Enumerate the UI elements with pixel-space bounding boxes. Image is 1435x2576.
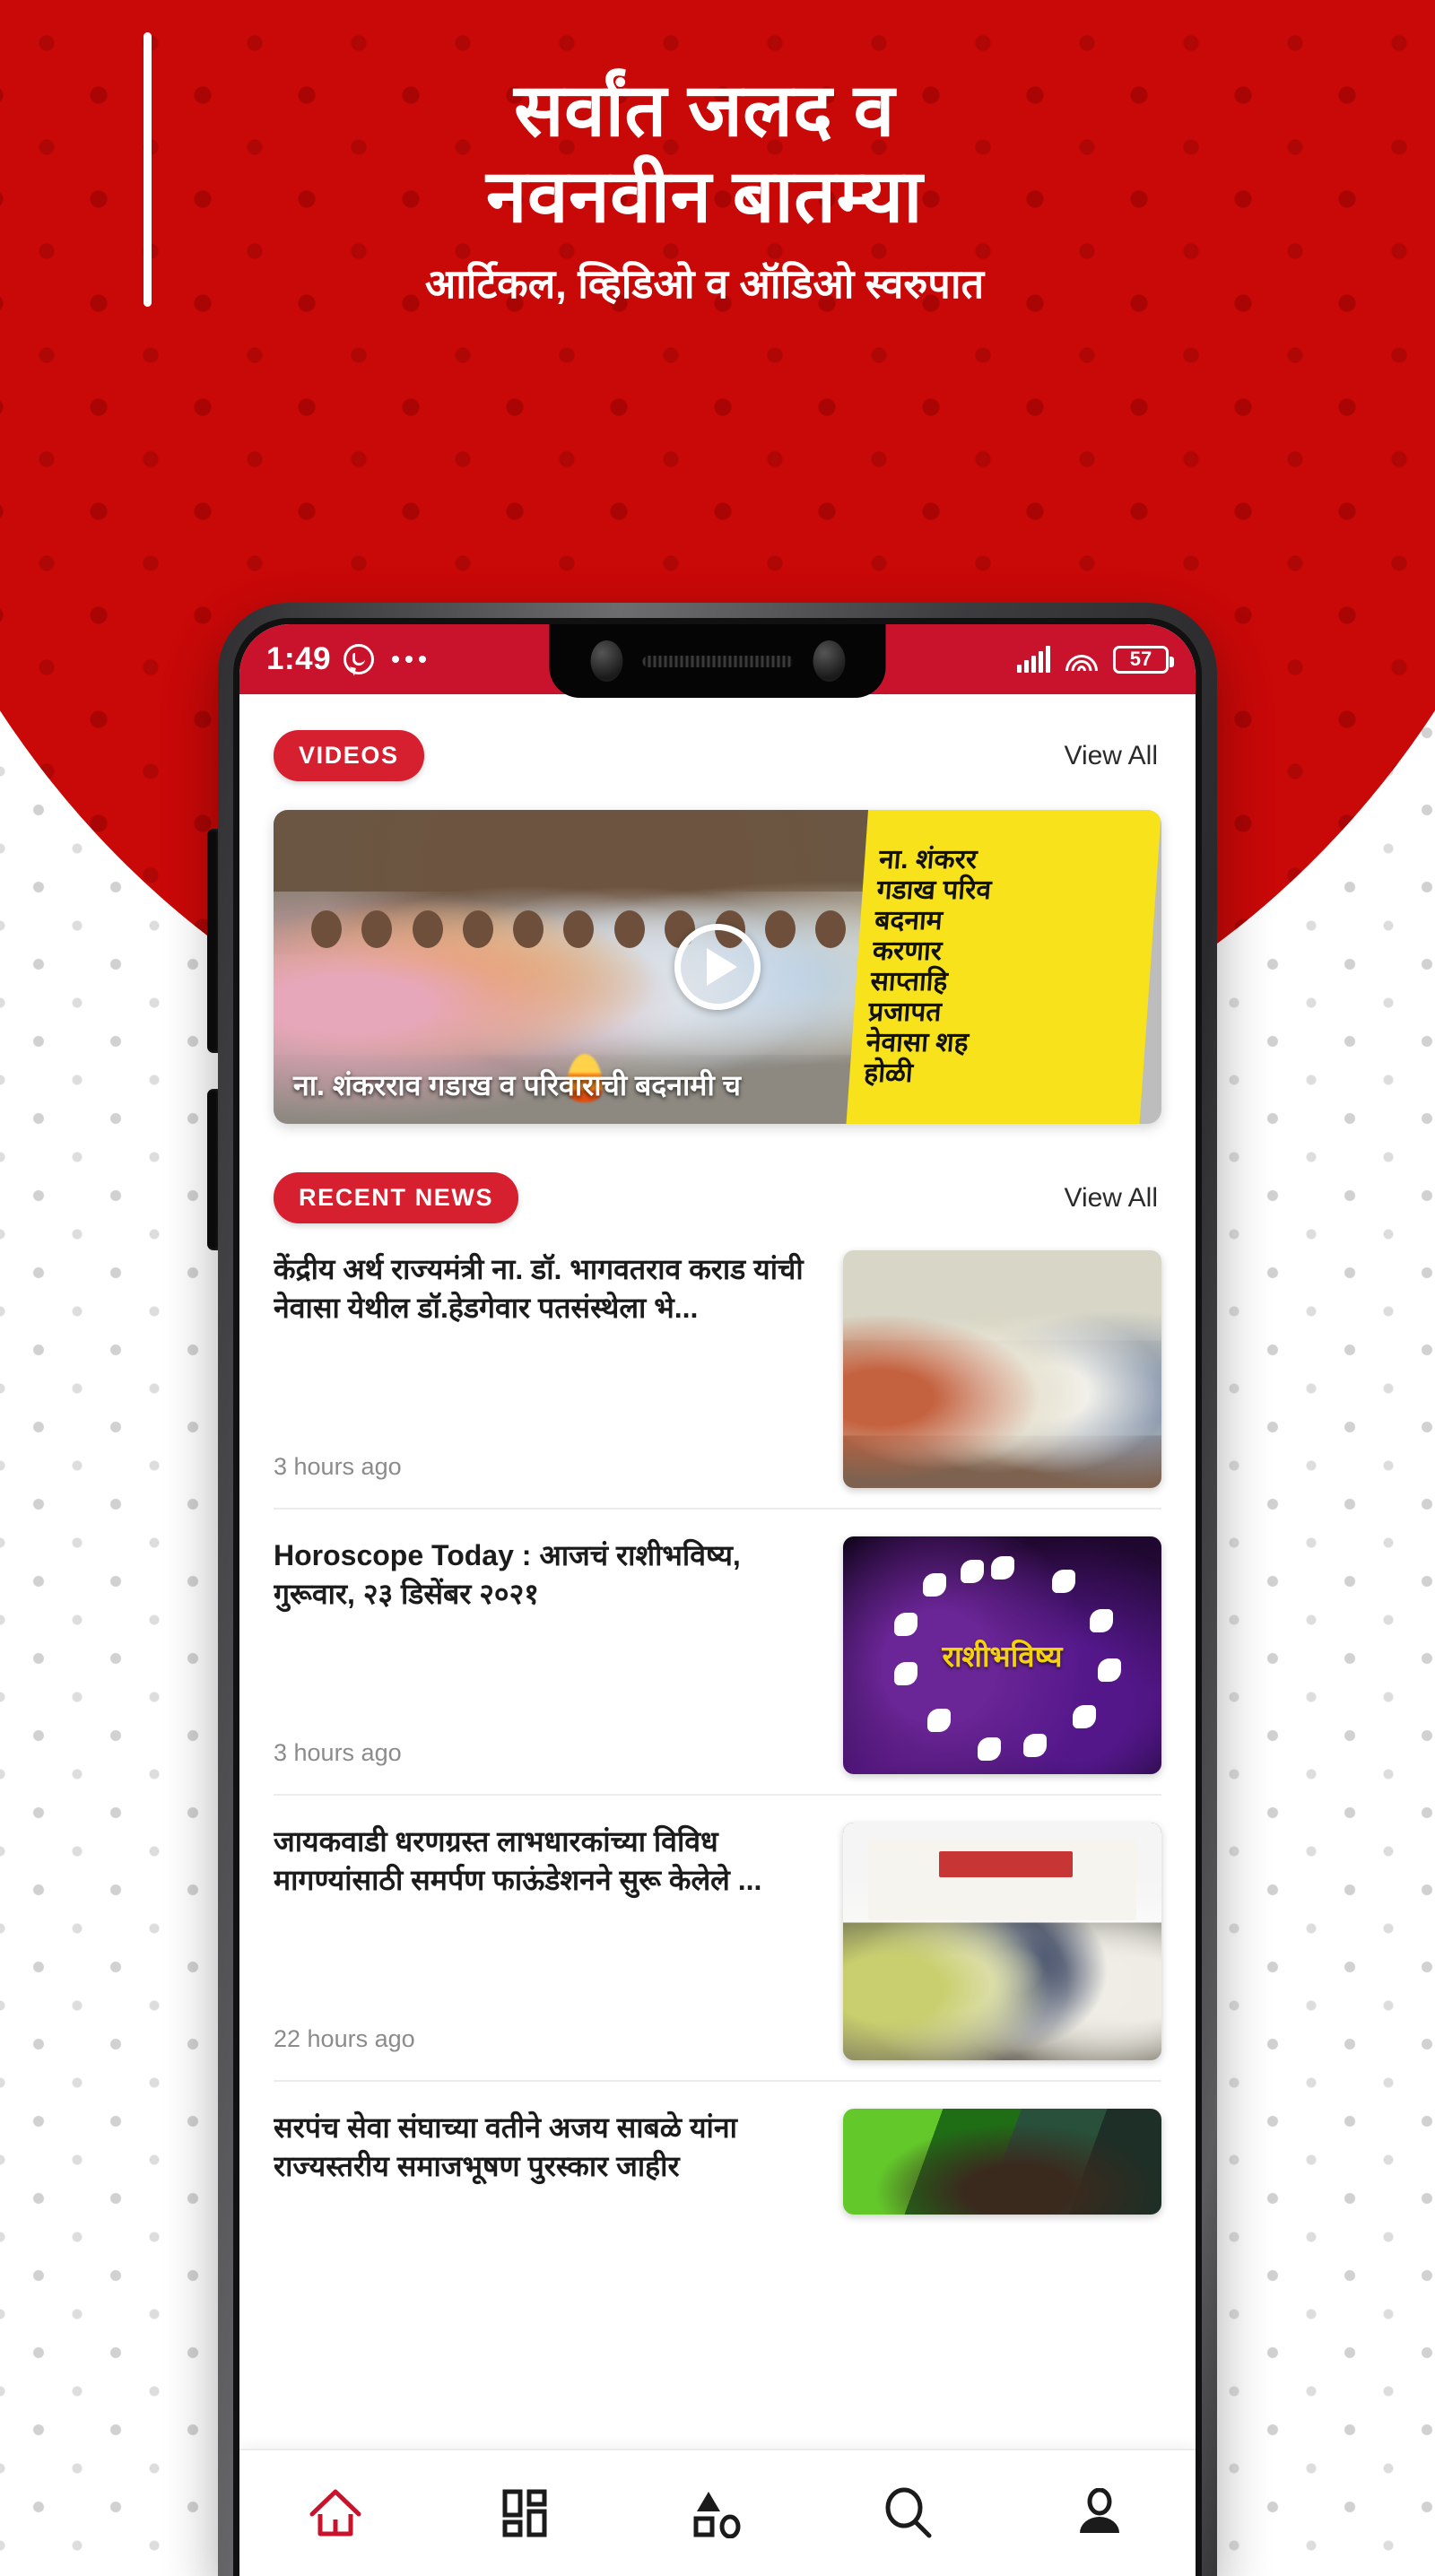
battery-indicator: 57 [1113, 645, 1174, 674]
news-title: केंद्रीय अर्थ राज्यमंत्री ना. डॉ. भागवतर… [274, 1253, 804, 1324]
play-icon[interactable] [674, 924, 761, 1010]
news-list-item[interactable]: सरपंच सेवा संघाच्या वतीने अजय साबळे यांन… [274, 2082, 1161, 2215]
phone-screen: 1:49 57 VIDEOS View All ना. शंकरर गडाख प… [239, 624, 1196, 2576]
banner-line: ना. शंकरर [878, 844, 978, 875]
video-caption: ना. शंकरराव गडाख व परिवाराची बदनामी च [293, 1069, 741, 1101]
more-dots-icon [392, 656, 427, 663]
scroll-fade-overlay [239, 2418, 1196, 2449]
nav-item-profile[interactable] [1050, 2470, 1149, 2556]
earpiece-speaker [642, 655, 793, 667]
news-title: Horoscope Today : आजचं राशीभविष्य, गुरूव… [274, 1539, 741, 1610]
whatsapp-icon [344, 644, 375, 674]
person-icon [1074, 2488, 1125, 2538]
headline-subtitle: आर्टिकल, व्हिडिओ व ऑडिओ स्वरुपात [424, 260, 985, 307]
status-time: 1:49 [266, 641, 332, 676]
news-timestamp: 3 hours ago [274, 1453, 402, 1480]
wifi-icon [1065, 646, 1099, 673]
news-timestamp: 22 hours ago [274, 2025, 415, 2052]
hero-headline: सर्वांत जलद व नवनवीन बातम्या आर्टिकल, व्… [144, 32, 1274, 310]
video-card[interactable]: ना. शंकरर गडाख परिव बदनाम करणार साप्ताहि… [274, 810, 1161, 1124]
nav-item-search[interactable] [859, 2470, 958, 2556]
banner-line: प्रजापत [867, 997, 943, 1028]
banner-line: नेवासा शह [865, 1028, 970, 1058]
news-list-item[interactable]: केंद्रीय अर्थ राज्यमंत्री ना. डॉ. भागवतर… [274, 1223, 1161, 1510]
recent-news-section-header: RECENT NEWS View All [239, 1124, 1196, 1223]
banner-line: गडाख परिव [875, 875, 993, 905]
front-camera-secondary-icon [813, 640, 845, 682]
recent-news-list: केंद्रीय अर्थ राज्यमंत्री ना. डॉ. भागवतर… [239, 1223, 1196, 2215]
front-camera-icon [590, 640, 622, 682]
news-timestamp: 3 hours ago [274, 1739, 402, 1766]
headline-accent-line [144, 32, 152, 307]
news-thumbnail [843, 1823, 1161, 2060]
zodiac-label: राशीभविष्य [942, 1640, 1063, 1673]
news-list-item[interactable]: जायकवाडी धरणग्रस्त लाभधारकांच्या विविध म… [274, 1796, 1161, 2082]
shapes-icon [692, 2488, 743, 2538]
news-thumbnail [843, 2109, 1161, 2215]
phone-bezel: 1:49 57 VIDEOS View All ना. शंकरर गडाख प… [233, 618, 1202, 2576]
news-title: सरपंच सेवा संघाच्या वतीने अजय साबळे यांन… [274, 2111, 737, 2182]
nav-item-dashboard[interactable] [477, 2470, 576, 2556]
app-content: VIDEOS View All ना. शंकरर गडाख परिव बदना… [239, 694, 1196, 2576]
nav-item-categories[interactable] [668, 2470, 767, 2556]
recent-news-badge: RECENT NEWS [274, 1172, 519, 1223]
phone-mockup: 1:49 57 VIDEOS View All ना. शंकरर गडाख प… [207, 603, 1217, 2576]
banner-line: साप्ताहि [869, 967, 949, 996]
news-thumbnail [843, 1250, 1161, 1488]
search-icon [883, 2487, 935, 2539]
videos-view-all-link[interactable]: View All [1064, 741, 1161, 771]
headline-line-1: सर्वांत जलद व [514, 70, 895, 152]
grid-icon [501, 2488, 552, 2538]
signal-bars-icon [1017, 646, 1050, 673]
camera-notch [549, 624, 886, 698]
videos-badge: VIDEOS [274, 730, 424, 781]
news-thumbnail: राशीभविष्य [843, 1536, 1161, 1774]
nav-item-home[interactable] [286, 2470, 385, 2556]
bottom-navigation-bar [239, 2449, 1196, 2576]
headline-line-2: नवनवीन बातम्या [486, 155, 923, 238]
banner-line: बदनाम [874, 905, 944, 936]
news-list-item[interactable]: Horoscope Today : आजचं राशीभविष्य, गुरूव… [274, 1510, 1161, 1796]
home-icon [308, 2487, 363, 2539]
videos-section-header: VIDEOS View All [239, 694, 1196, 781]
recent-news-view-all-link[interactable]: View All [1064, 1183, 1161, 1214]
news-title: जायकवाडी धरणग्रस्त लाभधारकांच्या विविध म… [274, 1825, 762, 1896]
banner-line: करणार [872, 936, 944, 966]
